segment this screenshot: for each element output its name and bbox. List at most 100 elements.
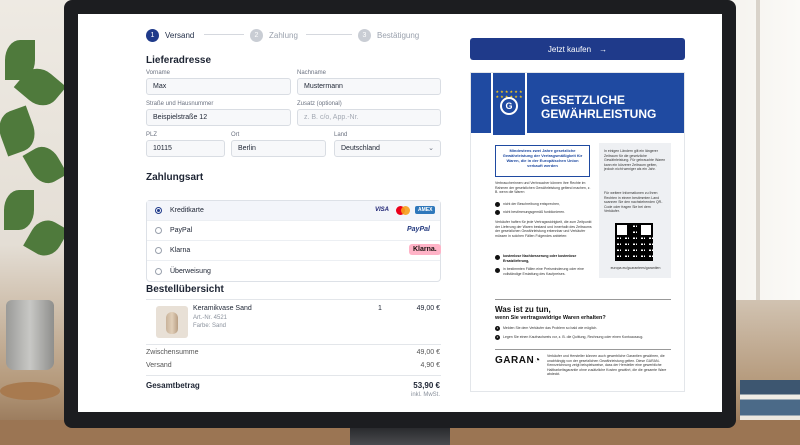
step-connector [204, 34, 244, 35]
step-label: Bestätigung [377, 30, 420, 40]
payment-option-label: Überweisung [170, 267, 211, 275]
payment-option-label: PayPal [170, 227, 193, 234]
plant [0, 40, 70, 270]
garan-logo: GARAN◔ [495, 355, 541, 366]
lastname-label: Nachname [297, 70, 327, 76]
shipping-value: 4,90 € [420, 362, 440, 369]
street-field[interactable]: Beispielstraße 12 [146, 109, 291, 126]
warranty-intro: Verbraucherinnen und Verbraucher können … [495, 181, 591, 194]
screen: 1 Versand 2 Zahlung 3 Bestätigung Liefer… [78, 14, 722, 412]
zip-field[interactable]: 10115 [146, 140, 225, 157]
info-box-text: In einigen Ländern gilt ein längerer Zei… [604, 149, 666, 171]
check-icon [495, 210, 500, 215]
city-label: Ort [231, 132, 240, 138]
paypal-logo-icon: PayPal [407, 226, 430, 233]
what-to-do-title: Was ist zu tun, [495, 305, 551, 314]
step-1-icon: 1 [495, 326, 500, 331]
radio-button[interactable] [155, 227, 162, 234]
divider [495, 349, 671, 350]
buy-now-button[interactable]: Jetzt kaufen → [470, 38, 685, 60]
radio-button[interactable] [155, 267, 162, 275]
divider [146, 299, 441, 300]
warranty-notice: ★ ★ ★ ★ ★ ★ ★ ★ ★ ★ ★ ★ G GESETZLICHE GE… [470, 72, 685, 392]
arrow-right-icon: → [599, 44, 608, 54]
seller-obligations: Verkäufer haften für jede Vertragswidrig… [495, 220, 592, 238]
amex-logo-icon: AMEX [415, 206, 436, 214]
product-color: Farbe: Sand [193, 323, 227, 329]
eu-warranty-badge-icon: ★ ★ ★ ★ ★ ★ ★ ★ ★ ★ ★ ★ G [491, 73, 527, 135]
payment-option-creditcard[interactable]: Kreditkarte VISA AMEX [147, 201, 440, 221]
extra-label: Zusatz (optional) [297, 101, 342, 107]
wooden-tray [0, 382, 60, 400]
warranty-check-1: nicht der Beschreibung entsprechen, [503, 202, 561, 206]
step-label: Versand [165, 30, 195, 40]
street-label: Straße und Hausnummer [146, 101, 214, 107]
warranty-remedy-2: in bestimmten Fällen eine Preisminderung… [503, 267, 584, 276]
payment-option-klarna[interactable]: Klarna Klarna. [147, 241, 441, 261]
step-connector [306, 34, 352, 35]
divider [146, 344, 441, 345]
divider [495, 299, 671, 300]
city-field[interactable]: Berlin [231, 140, 326, 157]
total-label: Gesamtbetrag [146, 381, 200, 390]
mastercard-logo-icon [396, 206, 410, 215]
step-2-icon: 2 [495, 335, 500, 340]
payment-title: Zahlungsart [146, 172, 204, 183]
step-payment[interactable]: 2 Zahlung [250, 26, 298, 44]
window-frame [756, 0, 760, 300]
order-title: Bestellübersicht [146, 284, 224, 295]
step-number: 3 [358, 28, 371, 42]
qr-caption: europa.eu/guarantees/garantien [610, 266, 661, 270]
badge-letter: G [500, 97, 518, 115]
monitor-stand [350, 428, 450, 445]
what-to-do-subtitle: wenn Sie vertragswidrige Waren erhalten? [495, 315, 606, 321]
product-image [156, 306, 188, 338]
country-value: Deutschland [341, 145, 380, 152]
payment-option-paypal[interactable]: PayPal PayPal [147, 221, 440, 241]
warranty-remedy-1: kostenlose Nachbesserung oder kostenlose… [503, 254, 577, 263]
address-title: Lieferadresse [146, 55, 212, 66]
product-name: Keramikvase Sand [193, 305, 252, 312]
product-price: 49,00 € [416, 305, 440, 312]
step-confirmation[interactable]: 3 Bestätigung [358, 26, 419, 44]
address-extra-field[interactable]: z. B. c/o, App.-Nr. [297, 109, 441, 126]
klarna-logo-icon: Klarna. [409, 244, 441, 255]
poster-title-line1: GESETZLICHE [541, 93, 626, 107]
payment-option-transfer[interactable]: Überweisung [147, 261, 440, 281]
qr-code-icon[interactable] [615, 223, 653, 261]
product-quantity: 1 [378, 305, 382, 312]
country-select[interactable]: Deutschland ⌄ [334, 140, 441, 157]
shipping-label: Versand [146, 362, 172, 369]
payment-option-label: Klarna [170, 247, 191, 254]
step-shipping[interactable]: 1 Versand [146, 26, 194, 44]
poster-title-line2: GEWÄHRLEISTUNG [541, 107, 657, 121]
product-sku: Art.-Nr. 4521 [193, 315, 228, 321]
vat-note: inkl. MwSt. [410, 392, 440, 398]
lastname-field[interactable]: Mustermann [297, 78, 441, 95]
pen-holder [6, 300, 54, 370]
radio-button[interactable] [155, 207, 162, 214]
buy-button-label: Jetzt kaufen [547, 44, 592, 54]
payment-options: Kreditkarte VISA AMEX PayPal PayPal Klar… [146, 200, 441, 282]
checkout-stepper: 1 Versand 2 Zahlung 3 Bestätigung [146, 26, 446, 44]
what-to-do-step-1: Melden Sie dem Verkäufer das Problem so … [503, 326, 598, 330]
step-label: Zahlung [269, 30, 298, 40]
garan-text: Verkäufer und Hersteller können auch gew… [547, 354, 667, 376]
visa-logo-icon: VISA [375, 207, 390, 213]
what-to-do-step-2: Legen Sie einen Kaufnachweis vor, z. B. … [503, 335, 644, 339]
check-icon [495, 268, 500, 273]
subtotal-label: Zwischensumme [146, 349, 199, 356]
warranty-highlight: Mindestens zwei Jahre gesetzliche Gewähr… [495, 145, 590, 177]
check-icon [495, 255, 500, 260]
zip-label: PLZ [146, 132, 158, 138]
step-number: 2 [250, 28, 263, 42]
firstname-field[interactable]: Max [146, 78, 291, 95]
divider [146, 375, 441, 376]
info-box-text-2: Für weitere Informationen zu Ihren Recht… [604, 191, 663, 213]
firstname-label: Vorname [146, 70, 171, 76]
check-icon [495, 202, 500, 207]
country-label: Land [334, 132, 348, 138]
warranty-check-2: nicht bestimmungsgemäß funktionieren. [503, 210, 566, 214]
radio-button[interactable] [155, 247, 162, 254]
step-number: 1 [146, 28, 159, 42]
